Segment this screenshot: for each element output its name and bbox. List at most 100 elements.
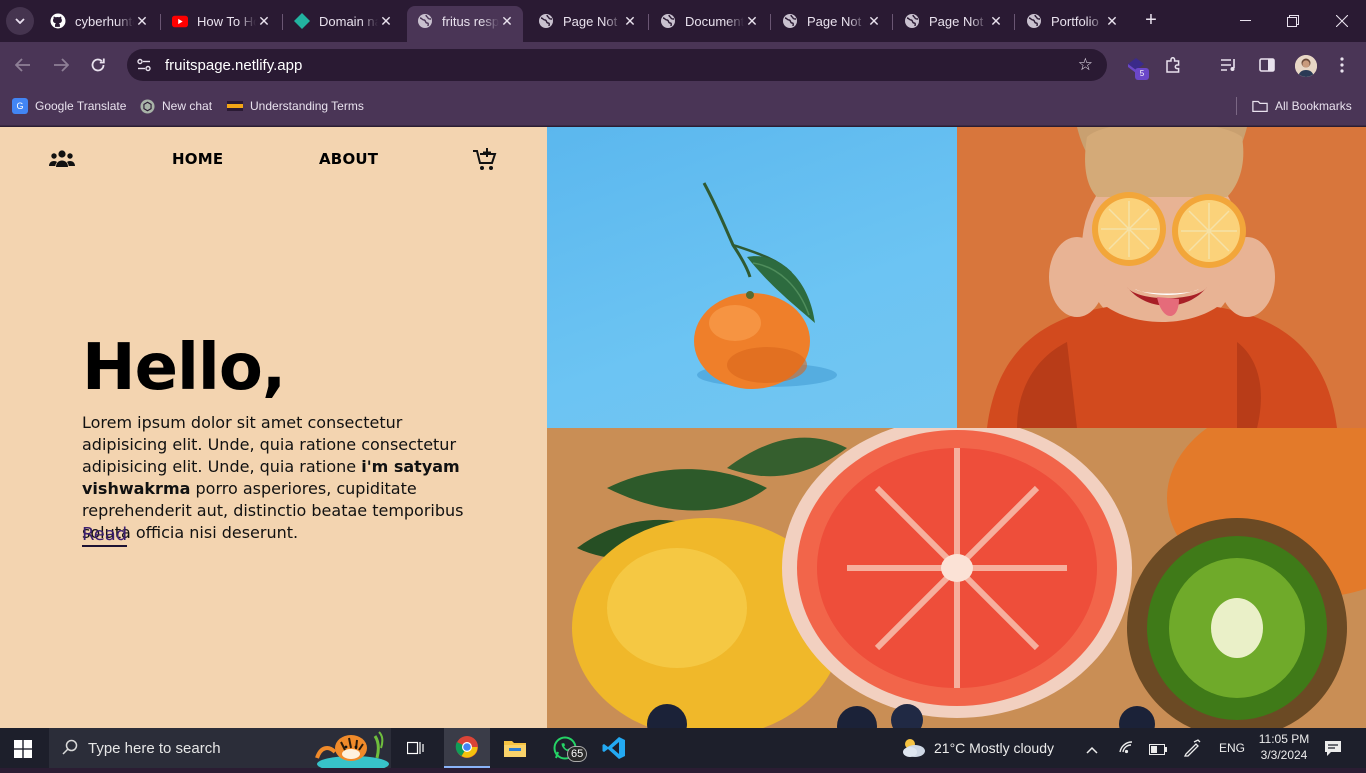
all-bookmarks-button[interactable]: All Bookmarks [1252,97,1352,115]
tangerine-image [547,127,957,428]
restore-button[interactable] [1269,0,1317,42]
weather-text[interactable]: 21°C Mostly cloudy [934,740,1054,756]
pen-icon[interactable] [1183,739,1201,762]
restore-icon [1287,15,1299,27]
globe-icon [660,13,676,29]
taskbar-chrome[interactable] [444,728,490,768]
globe-icon [1026,13,1042,29]
language-indicator[interactable]: ENG [1219,741,1245,755]
close-icon[interactable]: ✕ [1104,13,1120,30]
weather-cloud-icon[interactable] [900,736,926,763]
globe-icon [782,13,798,29]
taskbar-search-box[interactable]: Type here to search [49,728,391,772]
tab-domain[interactable]: Domain name ✕ [284,6,402,36]
nav-home-link[interactable]: HOME [172,150,223,168]
close-icon [1336,15,1348,27]
bookmark-label: Google Translate [35,99,127,113]
new-tab-button[interactable]: + [1139,9,1163,33]
tab-portfolio[interactable]: Portfolio ✕ [1016,6,1128,36]
system-clock[interactable]: 11:05 PM 3/3/2024 [1258,731,1310,763]
close-icon[interactable]: ✕ [866,13,882,30]
cart-plus-icon[interactable] [472,147,498,173]
notification-icon[interactable] [1324,740,1342,762]
search-highlight-tiger-icon [313,728,391,772]
minimize-icon [1239,20,1251,21]
tab-youtube[interactable]: How To Host ✕ [162,6,280,36]
tab-title: Domain name [319,13,378,29]
tab-title: Document [685,13,744,29]
bookmark-label: Understanding Terms [250,99,364,113]
media-control-icon[interactable] [1218,54,1240,76]
windows-start-icon[interactable] [14,740,32,758]
minimize-button[interactable] [1221,0,1269,42]
taskbar-file-explorer[interactable] [492,728,538,768]
search-placeholder: Type here to search [88,740,221,757]
tab-separator [282,14,283,30]
nav-about-link[interactable]: ABOUT [319,150,378,168]
close-icon[interactable]: ✕ [499,13,515,30]
side-panel-icon[interactable] [1256,54,1278,76]
tab-title: cyberhunter [75,13,134,29]
read-link[interactable]: Read [82,524,128,547]
forward-button[interactable] [49,53,73,77]
clock-date: 3/3/2024 [1260,748,1308,762]
tab-github[interactable]: cyberhunter ✕ [40,6,158,36]
arrow-left-icon [15,58,30,72]
task-view-button[interactable] [393,728,439,768]
close-icon[interactable]: ✕ [256,13,272,30]
reload-icon [91,58,105,72]
hero-paragraph: Lorem ipsum dolor sit amet consectetur a… [82,412,474,544]
tab-title: How To Host [197,13,256,29]
url-text[interactable]: fruitspage.netlify.app [165,57,302,74]
tab-document[interactable]: Document ✕ [650,6,768,36]
address-bar[interactable]: fruitspage.netlify.app ☆ [127,49,1107,81]
all-bookmarks-label: All Bookmarks [1275,99,1352,113]
people-group-icon[interactable] [49,149,75,169]
clock-time: 11:05 PM [1258,732,1310,746]
bookmark-separator [1236,97,1237,115]
citrus-fruits-image [547,428,1366,728]
close-icon[interactable]: ✕ [622,13,638,30]
battery-icon[interactable] [1149,742,1167,760]
bookmark-understanding-terms[interactable]: Understanding Terms [227,97,364,115]
tab-separator [1014,14,1015,30]
profile-avatar[interactable] [1295,55,1317,77]
close-icon[interactable]: ✕ [988,13,1004,30]
tab-page-not-found[interactable]: Page Not Found ✕ [528,6,646,36]
bookmark-favicon-icon [227,98,243,114]
close-window-button[interactable] [1318,0,1366,42]
globe-icon [904,13,920,29]
tab-page-not-found-3[interactable]: Page Not Found ✕ [894,6,1012,36]
reload-button[interactable] [86,53,110,77]
task-view-icon [407,741,424,755]
site-settings-icon[interactable] [136,57,152,73]
back-button[interactable] [11,53,35,77]
close-icon[interactable]: ✕ [134,13,150,30]
network-icon[interactable] [1118,740,1134,759]
close-icon[interactable]: ✕ [744,13,760,30]
bookmark-google-translate[interactable]: G Google Translate [12,97,126,115]
tab-title: Page Not Found [563,13,622,29]
github-icon [50,13,66,29]
whatsapp-unread-badge: 65 [567,746,588,762]
tab-separator [892,14,893,30]
tab-search-button[interactable] [6,7,34,35]
bookmark-star-icon[interactable]: ☆ [1078,55,1093,75]
youtube-icon [172,13,188,29]
globe-icon [538,13,554,29]
tab-separator [648,14,649,30]
more-menu-icon[interactable] [1331,54,1353,76]
bookmarks-bar: G Google Translate New chat Understandin… [0,88,1366,126]
arrow-right-icon [54,58,69,72]
tab-separator [160,14,161,30]
chevron-up-icon[interactable] [1086,741,1098,759]
bookmark-new-chat[interactable]: New chat [139,97,212,115]
close-icon[interactable]: ✕ [378,13,394,30]
chatgpt-icon [139,98,155,114]
vscode-icon [602,737,625,759]
tab-page-not-found-2[interactable]: Page Not Found ✕ [772,6,890,36]
taskbar-vscode[interactable] [591,728,637,768]
tab-fritus-active[interactable]: fritus responsive ✕ [407,6,523,42]
extension-badge: 5 [1135,68,1149,80]
extensions-puzzle-icon[interactable] [1162,54,1184,76]
